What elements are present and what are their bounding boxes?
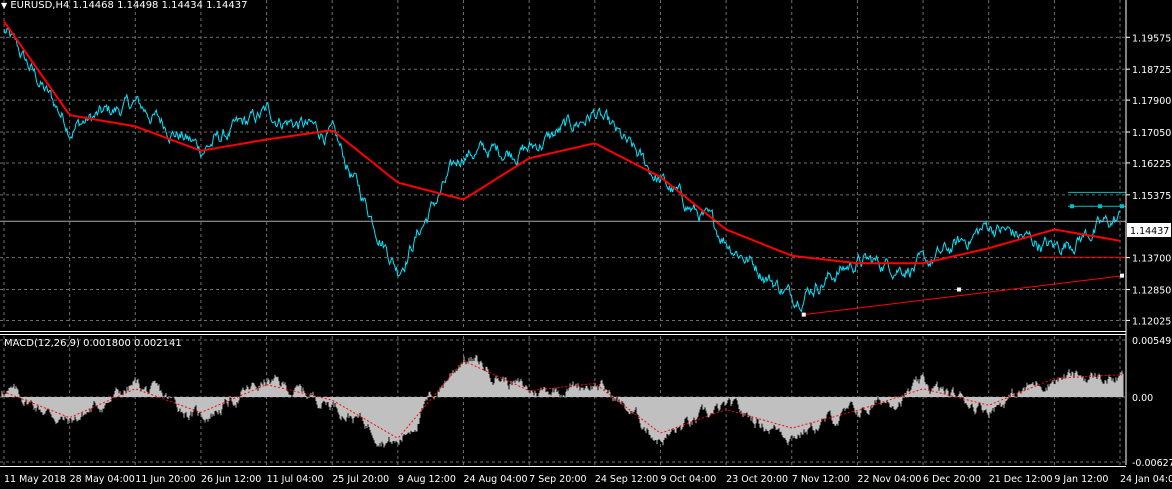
support-trendline	[803, 275, 1125, 316]
time-tick-label: 11 Jul 04:00	[267, 474, 324, 485]
time-tick-label: 7 Sep 20:00	[529, 474, 586, 485]
trendline-anchor	[1120, 273, 1124, 278]
symbol-header-text: EURUSD,H4 1.14468 1.14498 1.14434 1.1443…	[10, 0, 248, 11]
macd-header: MACD(12,26,9) 0.001800 0.002141	[4, 338, 182, 349]
time-tick-label: 24 Sep 12:00	[595, 474, 658, 485]
time-tick-label: 23 Oct 20:00	[726, 474, 788, 485]
time-tick-label: 26 Jun 12:00	[201, 474, 261, 485]
time-tick-label: 6 Dec 20:00	[923, 474, 981, 485]
price-tick-label: 1.18725	[1132, 65, 1171, 76]
price-tick-label: 1.12850	[1132, 286, 1171, 297]
time-tick-label: 9 Oct 04:00	[660, 474, 716, 485]
price-tick-label: 1.19575	[1132, 33, 1171, 44]
time-tick-label: 25 Jul 20:00	[332, 474, 389, 485]
time-tick-label: 11 Jun 20:00	[135, 474, 195, 485]
macd-series	[1, 354, 1124, 448]
price-tick-label: 1.15375	[1132, 191, 1171, 202]
price-series	[3, 20, 1121, 313]
macd-header-text: MACD(12,26,9) 0.001800 0.002141	[4, 338, 182, 349]
time-tick-label: 9 Jan 12:00	[1054, 474, 1108, 485]
macd-tick-label: -0.006272	[1132, 458, 1172, 469]
price-tick-label: 1.17900	[1132, 96, 1171, 107]
macd-tick-label: 0.005499	[1132, 336, 1172, 347]
time-tick-label: 9 Aug 12:00	[398, 474, 456, 485]
price-tick-label: 1.17050	[1132, 128, 1171, 139]
macd-tick-label: 0.00	[1132, 393, 1153, 404]
price-tick-label: 1.16225	[1132, 159, 1171, 170]
level-marker	[1070, 204, 1074, 209]
time-tick-label: 21 Dec 12:00	[989, 474, 1053, 485]
time-tick-label: 11 May 2018	[4, 474, 66, 485]
time-tick-label: 24 Jan 04:00	[1120, 474, 1172, 485]
eurusd-chart[interactable]: 11 May 2018 28 May 04:00 11 Jun 20:00 26 Ju…	[0, 0, 1172, 489]
moving-average-line	[3, 20, 1121, 265]
time-tick-label: 22 Nov 04:00	[857, 474, 921, 485]
current-price-label: 1.14437	[1130, 226, 1169, 237]
level-marker	[1120, 204, 1124, 209]
collapse-triangle-icon[interactable]: ▼	[1, 1, 7, 10]
time-tick-label: 7 Nov 12:00	[792, 474, 850, 485]
chart-grid	[0, 0, 1126, 465]
price-tick-label: 1.13700	[1132, 254, 1171, 265]
time-tick-label: 28 May 04:00	[70, 474, 135, 485]
symbol-header: ▼ EURUSD,H4 1.14468 1.14498 1.14434 1.14…	[1, 0, 247, 11]
price-tick-label: 1.12025	[1132, 316, 1171, 327]
macd-signal-line	[2, 360, 1123, 438]
trendline-anchor	[957, 287, 961, 292]
chart-axes: 11 May 2018 28 May 04:00 11 Jun 20:00 26 Ju…	[0, 0, 1172, 485]
level-marker	[1098, 204, 1102, 209]
price-line	[3, 27, 1121, 313]
trendline-anchor	[801, 312, 806, 317]
time-tick-label: 24 Aug 04:00	[464, 474, 528, 485]
